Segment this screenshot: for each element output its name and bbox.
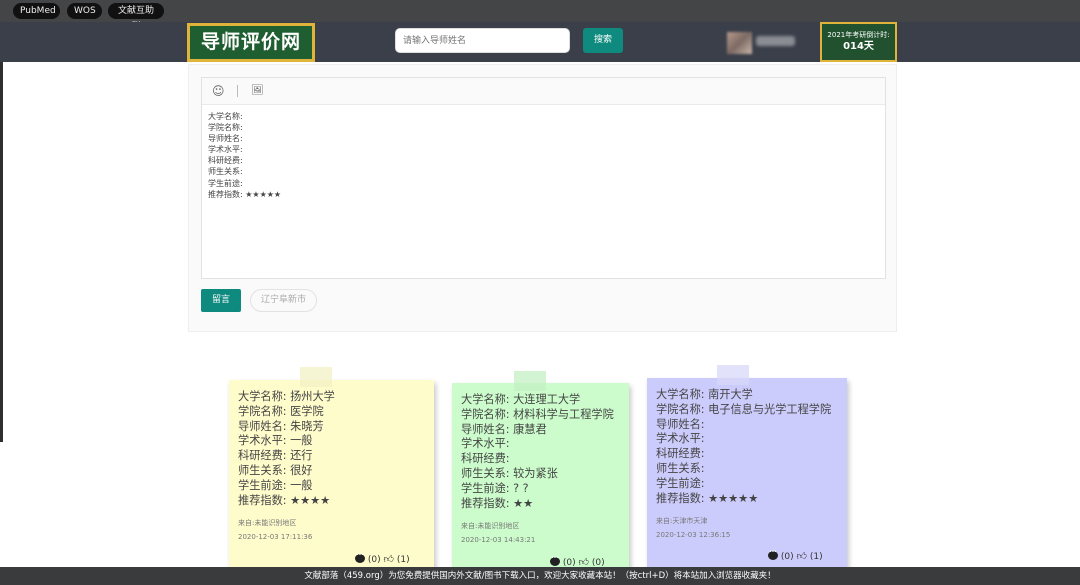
countdown-label: 2021年考研倒计时: [827, 31, 890, 39]
note-origin: 来自:天津市天津 [656, 517, 708, 525]
note-line: 大学名称: 大连理工大学 [461, 393, 581, 406]
template-line: 学生前途: [208, 178, 243, 188]
note-tape [717, 365, 749, 385]
comment-editor[interactable]: ☺ 🖼 大学名称: 学院名称: 导师姓名: 学术水平: 科研经费: 师生关系: … [201, 77, 886, 279]
note-actions: (0) 👍︎ (1) [355, 552, 410, 565]
countdown-value: 014天 [843, 41, 874, 52]
comment-icon[interactable] [768, 549, 778, 560]
image-icon[interactable]: 🖼 [251, 84, 264, 98]
note-origin: 来自:未能识别地区 [461, 522, 520, 530]
review-note: 大学名称: 扬州大学 学院名称: 医学院 导师姓名: 朱晓芳 学术水平: 一般 … [229, 367, 434, 580]
comment-icon[interactable] [550, 555, 560, 566]
review-note: 大学名称: 南开大学 学院名称: 电子信息与光学工程学院 导师姓名: 学术水平:… [647, 365, 847, 578]
thumbs-up-icon[interactable]: 👍︎ [384, 553, 394, 565]
note-content: 大学名称: 扬州大学 学院名称: 医学院 导师姓名: 朱晓芳 学术水平: 一般 … [238, 390, 335, 508]
exam-countdown: 2021年考研倒计时: 014天 [820, 22, 897, 62]
note-content: 大学名称: 大连理工大学 学院名称: 材料科学与工程学院 导师姓名: 康慧君 学… [461, 393, 614, 511]
note-date: 2020-12-03 17:11:36 [238, 533, 313, 541]
template-line: 导师姓名: [208, 134, 243, 144]
toolbar-divider [237, 85, 238, 97]
like-count[interactable]: (1) [397, 555, 410, 565]
comment-count[interactable]: (0) [368, 555, 381, 565]
note-date: 2020-12-03 12:36:15 [656, 531, 731, 539]
template-line: 学院名称: [208, 123, 243, 133]
comment-panel: ☺ 🖼 大学名称: 学院名称: 导师姓名: 学术水平: 科研经费: 师生关系: … [188, 64, 897, 332]
template-line: 科研经费: [208, 156, 243, 166]
review-note: 大学名称: 大连理工大学 学院名称: 材料科学与工程学院 导师姓名: 康慧君 学… [452, 371, 629, 583]
bookmark-pubmed[interactable]: PubMed [13, 3, 60, 19]
emoji-icon[interactable]: ☺ [212, 84, 225, 98]
comment-template[interactable]: 大学名称: 学院名称: 导师姓名: 学术水平: 科研经费: 师生关系: 学生前途… [208, 111, 281, 200]
note-line: 推荐指数: ★★★★ [238, 493, 331, 507]
note-line: 科研经费: [461, 452, 510, 466]
note-line: 科研经费: 还行 [238, 449, 313, 463]
note-line: 科研经费: [656, 447, 705, 461]
search-input[interactable] [395, 28, 570, 53]
note-line: 学生前途: [656, 476, 705, 490]
note-date: 2020-12-03 14:43:21 [461, 536, 536, 544]
bookmark-literature-group[interactable]: 文献互助群 [108, 3, 164, 32]
comment-count[interactable]: (0) [781, 552, 794, 562]
note-line: 师生关系: 很好 [238, 463, 313, 477]
note-line: 推荐指数: ★★ [461, 496, 534, 510]
note-line: 学生前途: 一般 [238, 478, 313, 492]
editor-toolbar: ☺ 🖼 [202, 78, 885, 105]
bookmark-wos[interactable]: WOS [67, 3, 102, 19]
template-line: 师生关系: [208, 167, 243, 177]
note-line: 师生关系: [656, 461, 705, 475]
note-line: 学术水平: [656, 432, 705, 446]
note-line: 师生关系: 较为紧张 [461, 466, 558, 480]
left-strip [0, 22, 3, 442]
search-button[interactable]: 搜索 [583, 28, 623, 53]
thumbs-up-icon[interactable]: 👍︎ [797, 550, 807, 562]
comment-icon[interactable] [355, 552, 365, 563]
note-line: 学院名称: 电子信息与光学工程学院 [656, 402, 832, 416]
username-blurred[interactable] [756, 36, 795, 46]
note-line: 导师姓名: 朱晓芳 [238, 419, 324, 433]
note-line: 学术水平: [461, 437, 510, 451]
note-line: 大学名称: 南开大学 [656, 388, 753, 401]
note-tape [514, 371, 546, 391]
note-actions: (0) 👍︎ (1) [768, 549, 823, 562]
bookmark-bar: PubMed WOS 文献互助群 [0, 0, 1080, 32]
region-tag[interactable]: 辽宁阜新市 [250, 289, 317, 312]
footer-banner: 文献部落（459.org）为您免费提供国内外文献/图书下载入口，欢迎大家收藏本站… [0, 567, 1080, 585]
note-line: 学院名称: 医学院 [238, 404, 324, 418]
note-line: 学术水平: 一般 [238, 434, 313, 448]
note-line: 学院名称: 材料科学与工程学院 [461, 407, 614, 421]
template-line: 大学名称: [208, 112, 243, 121]
note-content: 大学名称: 南开大学 学院名称: 电子信息与光学工程学院 导师姓名: 学术水平:… [656, 388, 831, 506]
like-count[interactable]: (1) [810, 552, 823, 562]
avatar[interactable] [727, 32, 752, 54]
note-line: 导师姓名: [656, 417, 705, 431]
note-line: 导师姓名: 康慧君 [461, 422, 547, 436]
template-line: 学术水平: [208, 145, 243, 155]
note-line: 推荐指数: ★★★★★ [656, 491, 759, 505]
note-tape [300, 367, 332, 387]
submit-comment-button[interactable]: 留言 [201, 289, 241, 312]
note-line: 学生前途: ? ? [461, 481, 529, 495]
site-header: 导师评价网 搜索 2021年考研倒计时: 014天 [0, 22, 1080, 62]
note-origin: 来自:未能识别地区 [238, 519, 297, 527]
template-line: 推荐指数: ★★★★★ [208, 189, 282, 199]
note-line: 大学名称: 扬州大学 [238, 390, 335, 403]
site-logo[interactable]: 导师评价网 [187, 23, 315, 62]
